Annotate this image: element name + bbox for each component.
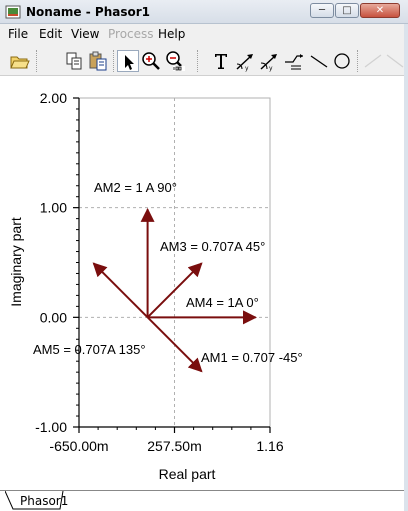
phasor-label: AM3 = 0.707A 45°	[160, 239, 265, 254]
svg-text:y: y	[245, 65, 249, 72]
window-border-right	[404, 24, 408, 511]
copy-icon[interactable]	[63, 50, 85, 72]
phasor-label: AM5 = 0.707A 135°	[33, 342, 146, 357]
y-tick-label: 1.00	[40, 200, 67, 216]
pointer-icon[interactable]	[117, 50, 139, 72]
toolbar-separator	[113, 50, 114, 72]
x-tick-label: 257.50m	[147, 438, 201, 454]
y-tick-label: -1.00	[35, 419, 67, 435]
text-tool-icon[interactable]	[210, 50, 232, 72]
phasor-chart: 2.00 1.00 0.00 -1.00 -650.00m 257.50m 1.16 Re…	[8, 90, 303, 482]
close-button[interactable]: ✕	[360, 3, 400, 18]
disabled-line-2-icon	[384, 50, 406, 72]
y-tick-label: 2.00	[40, 90, 67, 106]
x-tick-label: -650.00m	[49, 438, 108, 454]
y-tick-label: 0.00	[40, 309, 67, 325]
menu-edit[interactable]: Edit	[39, 27, 62, 41]
phasor-arrows: AM2 = 1 A 90° AM3 = 0.707A 45° AM4 = 1A 0°…	[33, 180, 303, 373]
menu-bar: File Edit View Process Help	[0, 24, 408, 44]
menu-file[interactable]: File	[8, 27, 28, 41]
tab-phasor1[interactable]: Phasor1	[20, 494, 68, 508]
phasor-label: AM1 = 0.707 -45°	[201, 350, 303, 365]
menu-help[interactable]: Help	[158, 27, 185, 41]
phasor-label: AM2 = 1 A 90°	[94, 180, 177, 195]
window-title: Noname - Phasor1	[26, 5, 150, 19]
arrow-tool-2-icon[interactable]: y	[258, 50, 280, 72]
circle-tool-icon[interactable]	[331, 50, 353, 72]
tab-bar: Phasor1	[0, 490, 408, 511]
y-axis-ticks: 2.00 1.00 0.00 -1.00	[35, 90, 79, 435]
x-axis-ticks: -650.00m 257.50m 1.16	[49, 427, 284, 454]
paste-icon[interactable]	[87, 50, 109, 72]
disabled-line-icon	[362, 50, 384, 72]
toolbar-separator	[357, 50, 358, 72]
menu-process: Process	[108, 27, 154, 41]
svg-text:y: y	[269, 65, 273, 72]
minimize-button[interactable]: ─	[310, 3, 334, 18]
menu-view[interactable]: View	[71, 27, 99, 41]
phasor-label: AM4 = 1A 0°	[186, 295, 259, 310]
phasor-arrow	[92, 262, 149, 319]
maximize-button[interactable]: □	[335, 3, 359, 18]
title-bar: Noname - Phasor1 ─ □ ✕	[0, 0, 408, 24]
app-icon	[5, 5, 21, 19]
y-axis-label: Imaginary part	[8, 217, 24, 307]
x-axis-label: Real part	[159, 466, 216, 482]
arrow-tool-icon[interactable]: y	[234, 50, 256, 72]
toolbar-separator	[197, 50, 198, 72]
toolbar-separator	[36, 50, 37, 72]
label-tool-icon[interactable]	[283, 50, 305, 72]
toolbar: y y	[0, 44, 408, 76]
phasor-plot-area: 2.00 1.00 0.00 -1.00 -650.00m 257.50m 1.16 Re…	[0, 76, 408, 490]
grid-lines	[79, 98, 270, 427]
x-tick-label: 1.16	[256, 438, 283, 454]
zoom-in-icon[interactable]	[140, 50, 162, 72]
zoom-100-icon[interactable]	[164, 50, 186, 72]
line-tool-icon[interactable]	[308, 50, 330, 72]
open-folder-icon[interactable]	[8, 50, 30, 72]
